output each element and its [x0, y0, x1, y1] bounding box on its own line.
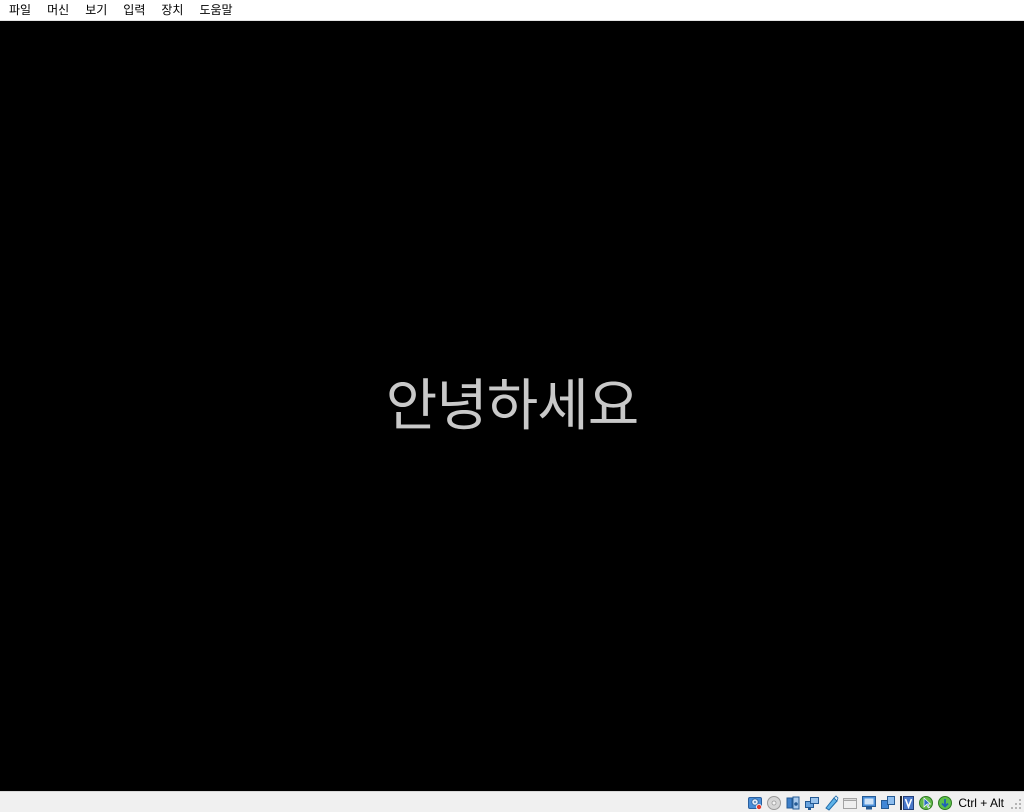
status-bar: Ctrl + Alt	[0, 791, 1024, 812]
menu-bar: 파일 머신 보기 입력 장치 도움말	[0, 0, 1024, 21]
audio-icon[interactable]	[785, 795, 801, 811]
usb-icon[interactable]	[823, 794, 839, 811]
menu-help[interactable]: 도움말	[191, 0, 240, 21]
menu-devices[interactable]: 장치	[153, 0, 191, 21]
resize-grip-icon[interactable]	[1010, 798, 1022, 810]
menu-view[interactable]: 보기	[77, 0, 115, 21]
hard-disk-icon[interactable]	[747, 795, 763, 811]
host-key-label[interactable]: Ctrl + Alt	[958, 796, 1004, 810]
network-icon[interactable]	[804, 795, 820, 811]
shared-folders-icon[interactable]	[842, 795, 858, 811]
keyboard-capture-icon[interactable]	[937, 795, 953, 811]
display-icon[interactable]	[861, 795, 877, 811]
mouse-integration-icon[interactable]	[918, 795, 934, 811]
optical-drive-icon[interactable]	[766, 795, 782, 811]
vm-display[interactable]: 안녕하세요	[0, 21, 1024, 791]
greeting-text: 안녕하세요	[385, 374, 640, 439]
menu-input[interactable]: 입력	[115, 0, 153, 21]
menu-machine[interactable]: 머신	[39, 0, 77, 21]
menu-file[interactable]: 파일	[1, 0, 39, 21]
video-capture-icon[interactable]	[880, 795, 896, 811]
virtualization-icon[interactable]	[899, 795, 915, 811]
